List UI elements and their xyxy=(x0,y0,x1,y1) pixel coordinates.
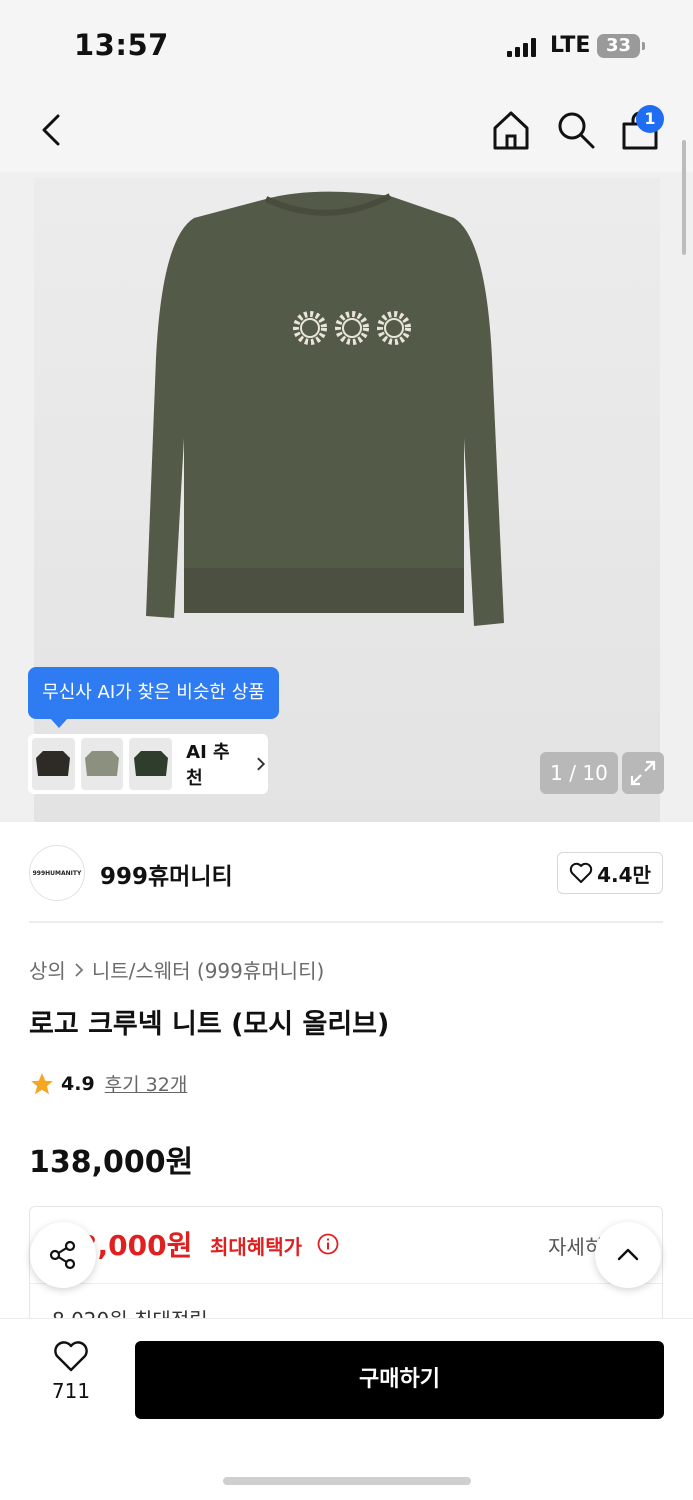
product-title: 로고 크루넥 니트 (모시 올리브) xyxy=(29,1009,390,1040)
chevron-up-icon xyxy=(617,1248,639,1261)
ai-recommend-label: AI 추천 xyxy=(186,742,230,789)
cart-count-badge: 1 xyxy=(636,105,664,133)
benefit-box[interactable]: 3,000원 최대혜택가 자세히 8,020원 최대적립 xyxy=(29,1206,663,1336)
brand-like-button[interactable]: 4.4만 xyxy=(557,852,663,894)
ai-thumb-2[interactable] xyxy=(80,738,124,790)
chevron-right-icon xyxy=(257,757,266,771)
scrollbar[interactable] xyxy=(682,140,686,255)
star-icon xyxy=(31,1072,53,1094)
divider xyxy=(29,921,663,923)
status-bar: 13:57 LTE 33 xyxy=(0,0,693,92)
sweater-thumb-icon xyxy=(36,751,71,776)
bottom-action-bar: 711 구매하기 xyxy=(0,1318,693,1500)
battery-icon: 33 xyxy=(597,34,645,58)
top-nav: 1 xyxy=(0,92,693,172)
product-rating: 4.9 후기 32개 xyxy=(29,1070,187,1097)
buy-button[interactable]: 구매하기 xyxy=(135,1341,664,1419)
sweater-illustration xyxy=(146,191,504,627)
info-icon[interactable] xyxy=(317,1233,339,1255)
product-gallery[interactable] xyxy=(0,172,693,822)
ai-recommend-button[interactable]: AI 추천 xyxy=(28,734,268,794)
chevron-right-icon xyxy=(75,962,84,977)
share-button[interactable] xyxy=(30,1222,96,1288)
wishlist-button[interactable]: 711 xyxy=(40,1341,102,1403)
network-label: LTE xyxy=(550,33,591,58)
heart-icon xyxy=(569,862,593,883)
expand-icon xyxy=(630,760,656,786)
breadcrumb: 상의 니트/스웨터 (999휴머니티) xyxy=(29,955,324,984)
share-icon xyxy=(49,1240,76,1270)
ai-thumb-3[interactable] xyxy=(129,738,173,790)
back-icon[interactable] xyxy=(34,110,70,150)
signal-icon xyxy=(507,38,536,57)
brand-logo[interactable]: 999HUMANITY xyxy=(29,845,85,901)
wishlist-count: 711 xyxy=(51,1379,91,1403)
product-price: 138,000원 xyxy=(29,1145,194,1180)
sweater-thumb-icon xyxy=(133,751,168,776)
scroll-top-button[interactable] xyxy=(595,1222,661,1288)
brand-like-count: 4.4만 xyxy=(597,862,651,887)
divider xyxy=(30,1283,662,1284)
image-counter: 1 / 10 xyxy=(540,752,618,794)
home-icon[interactable] xyxy=(491,108,531,152)
review-link[interactable]: 후기 32개 xyxy=(105,1070,188,1097)
ai-thumb-1[interactable] xyxy=(32,738,75,790)
heart-icon xyxy=(54,1341,88,1372)
breadcrumb-subcategory[interactable]: 니트/스웨터 (999휴머니티) xyxy=(92,955,324,984)
breadcrumb-category[interactable]: 상의 xyxy=(29,955,66,984)
ai-similar-tooltip: 무신사 AI가 찾은 비슷한 상품 xyxy=(28,667,279,728)
expand-button[interactable] xyxy=(622,752,664,794)
status-time: 13:57 xyxy=(74,28,169,62)
max-benefit-label: 최대혜택가 xyxy=(210,1235,302,1259)
brand-name[interactable]: 999휴머니티 xyxy=(100,857,233,891)
product-image[interactable] xyxy=(34,178,660,822)
home-indicator[interactable] xyxy=(223,1477,471,1485)
search-icon[interactable] xyxy=(556,110,596,150)
sweater-thumb-icon xyxy=(85,751,120,776)
battery-level: 33 xyxy=(605,35,632,56)
rating-value: 4.9 xyxy=(61,1072,95,1095)
